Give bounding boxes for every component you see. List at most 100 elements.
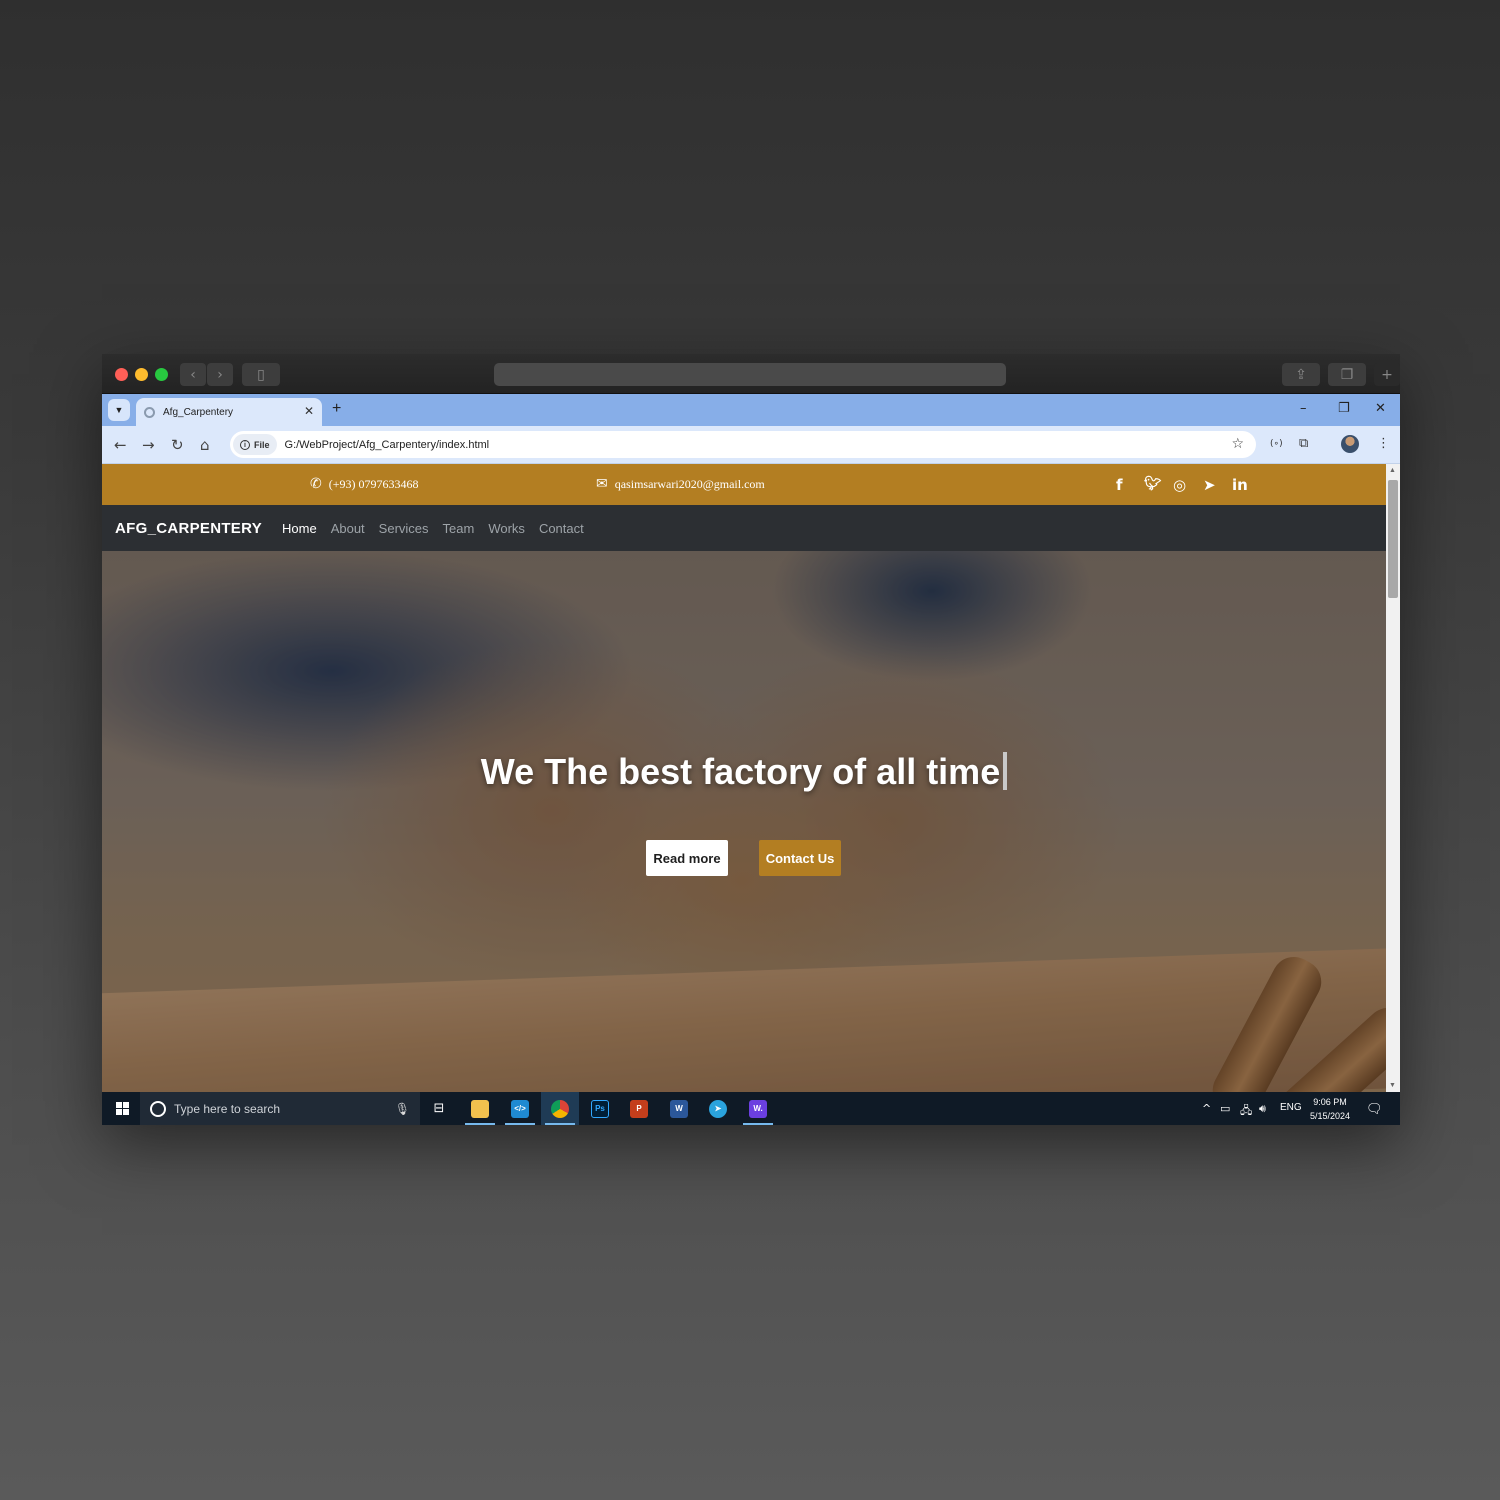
site-info-chip[interactable]: i File [233,434,277,455]
zoom-window-button[interactable] [155,368,168,381]
instagram-icon[interactable]: ◎ [1173,476,1186,494]
mac-forward-button[interactable]: › [207,363,233,386]
show-hidden-icons[interactable]: ^ [1202,1102,1211,1115]
volume-icon[interactable]: 🔊︎ [1259,1102,1266,1116]
more-menu-icon[interactable]: ⋮ [1377,436,1390,451]
nav-works[interactable]: Works [488,521,525,536]
share-button[interactable]: ⇪ [1282,363,1320,386]
close-tab-icon[interactable]: ✕ [304,404,314,418]
taskbar-search[interactable]: Type here to search 🎙︎ [140,1092,420,1125]
chevron-right-icon: › [217,366,223,383]
chevron-left-icon: ‹ [190,366,196,383]
nav-contact[interactable]: Contact [539,521,584,536]
windows-start-icon[interactable] [116,1102,129,1115]
email-address: qasimsarwari2020@gmail.com [614,476,765,491]
file-explorer-button[interactable] [461,1092,499,1125]
chrome-icon [551,1099,569,1118]
scroll-down-icon[interactable]: ▼ [1389,1082,1396,1089]
bookmark-star-icon[interactable]: ☆ [1231,436,1244,452]
close-button[interactable]: ✕ [1375,401,1386,416]
network-icon[interactable]: 🖧︎ [1240,1102,1252,1121]
clock[interactable]: 9:06 PM 5/15/2024 [1300,1095,1360,1123]
notifications-icon[interactable]: 🗨︎ [1366,1102,1383,1117]
chevron-down-icon: ▼ [114,405,124,415]
folder-icon [471,1099,489,1118]
tabs-icon: ❐ [1340,366,1354,383]
back-arrow-icon[interactable]: ← [114,436,127,454]
new-tab-button[interactable]: + [1374,363,1400,386]
restore-button[interactable]: ❐ [1338,401,1350,416]
profile-avatar[interactable] [1341,435,1359,453]
language-indicator[interactable]: ENG [1280,1102,1302,1113]
scroll-up-icon[interactable]: ▲ [1389,467,1396,474]
nav-about[interactable]: About [331,521,365,536]
task-view-button[interactable]: ⊟ [420,1092,458,1125]
windows-taskbar: Type here to search 🎙︎ ⊟ </> Ps P W ➤ W.… [102,1092,1400,1125]
hero-overlay [102,551,1386,1092]
tab-afg-carpentery[interactable]: Afg_Carpentery ✕ [136,398,322,426]
envelope-icon: ✉ [596,476,608,492]
scrollbar-thumb[interactable] [1388,480,1398,598]
telegram-app-button[interactable]: ➤ [699,1092,737,1125]
tabs-overview-button[interactable]: ❐ [1328,363,1366,386]
hero-heading: We The best factory of all time [102,751,1386,793]
powerpoint-icon: P [630,1099,648,1118]
tab-search-button[interactable]: ▼ [108,399,130,421]
mac-back-button[interactable]: ‹ [180,363,206,386]
nav-services[interactable]: Services [379,521,429,536]
home-icon[interactable]: ⌂ [200,436,210,454]
tab-title: Afg_Carpentery [163,406,234,418]
vs-code-button[interactable]: </> [501,1092,539,1125]
telegram-app-icon: ➤ [709,1099,727,1118]
extensions-icon[interactable]: ⧉ [1299,436,1308,451]
chrome-button[interactable] [541,1092,579,1125]
twitter-icon[interactable]: 🐦︎ [1144,476,1162,492]
address-bar: ← → ↻ ⌂ i File G:/WebProject/Afg_Carpente… [102,426,1400,464]
hero-heading-text: We The best factory of all time [480,751,1001,792]
phone-info: ✆ (+93) 0797633468 [310,476,419,492]
share-icon: ⇪ [1295,366,1307,383]
email-info: ✉ qasimsarwari2020@gmail.com [596,476,765,492]
plus-icon: + [1381,366,1393,383]
browser-frame: ‹ › ▯ ⇪ ❐ + ▼ Afg_Carpentery ✕ + – ❐ ✕ ←… [102,354,1400,1125]
site-navbar: AFG_CARPENTERY Home About Services Team … [102,505,1386,551]
nav-links: Home About Services Team Works Contact [282,521,598,536]
omnibox[interactable]: i File G:/WebProject/Afg_Carpentery/index… [230,431,1256,458]
battery-icon[interactable]: ▭ [1220,1102,1230,1115]
telegram-icon[interactable]: ➤ [1203,476,1216,494]
url-text[interactable]: G:/WebProject/Afg_Carpentery/index.html [285,439,490,451]
microphone-icon[interactable]: 🎙︎ [395,1102,410,1116]
new-tab-plus-button[interactable]: + [332,400,341,418]
linkedin-icon[interactable]: in [1232,476,1248,494]
sidebar-icon: ▯ [257,366,265,383]
sidebar-toggle-button[interactable]: ▯ [242,363,280,386]
facebook-icon[interactable]: f [1116,476,1123,494]
clock-time: 9:06 PM [1313,1097,1347,1107]
minimize-button[interactable]: – [1300,401,1307,416]
cast-icon[interactable]: (∘) [1270,439,1283,449]
mac-toolbar: ‹ › ▯ ⇪ ❐ + [102,354,1400,394]
search-placeholder: Type here to search [174,1101,281,1116]
page-scrollbar[interactable]: ▲ ▼ [1386,464,1400,1092]
close-window-button[interactable] [115,368,128,381]
minimize-window-button[interactable] [135,368,148,381]
globe-icon [144,406,155,418]
mac-address-field[interactable] [494,363,1006,386]
powerpoint-button[interactable]: P [620,1092,658,1125]
reload-icon[interactable]: ↻ [171,436,184,454]
read-more-button[interactable]: Read more [646,840,728,876]
nav-team[interactable]: Team [443,521,475,536]
brand-logo[interactable]: AFG_CARPENTERY [115,520,262,537]
word-button[interactable]: W [660,1092,698,1125]
phone-number: (+93) 0797633468 [328,476,419,491]
contact-bar: ✆ (+93) 0797633468 ✉ qasimsarwari2020@gm… [102,464,1386,505]
phone-icon: ✆ [310,476,322,492]
tab-strip: ▼ Afg_Carpentery ✕ + – ❐ ✕ [102,394,1400,426]
contact-us-button[interactable]: Contact Us [759,840,841,876]
nav-home[interactable]: Home [282,521,317,536]
page-viewport: ✆ (+93) 0797633468 ✉ qasimsarwari2020@gm… [102,464,1386,1092]
forward-arrow-icon[interactable]: → [142,436,155,454]
info-icon: i [240,439,250,450]
photoshop-button[interactable]: Ps [581,1092,619,1125]
other-app-button[interactable]: W. [739,1092,777,1125]
